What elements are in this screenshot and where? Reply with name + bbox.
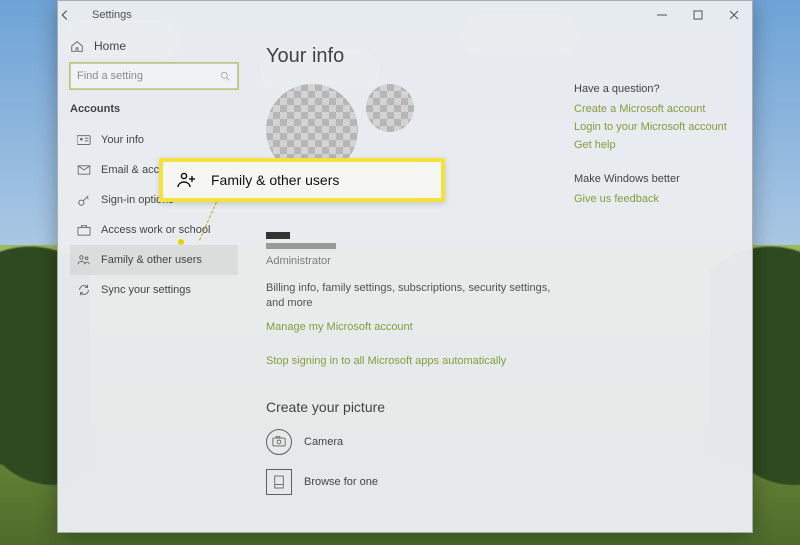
- sidebar-item-family-other-users[interactable]: Family & other users: [70, 245, 238, 275]
- account-role: Administrator: [266, 255, 734, 267]
- person-card-icon: [77, 133, 91, 147]
- maximize-button[interactable]: [680, 1, 716, 29]
- page-title: Your info: [266, 45, 734, 68]
- sidebar-home[interactable]: Home: [70, 39, 238, 53]
- create-picture-heading: Create your picture: [266, 399, 734, 415]
- close-button[interactable]: [716, 1, 752, 29]
- help-link-create-account[interactable]: Create a Microsoft account: [574, 103, 734, 115]
- sidebar-item-access-work-school[interactable]: Access work or school: [70, 215, 238, 245]
- sidebar: Home Find a setting Accounts Your info E…: [58, 29, 248, 532]
- picture-option-browse[interactable]: Browse for one: [266, 469, 734, 495]
- help-heading: Have a question?: [574, 83, 734, 95]
- account-email-redacted: [266, 243, 336, 249]
- settings-window: Settings Home Find a setting: [57, 0, 753, 533]
- sidebar-item-your-info[interactable]: Your info: [70, 125, 238, 155]
- arrow-left-icon: [58, 8, 72, 22]
- people-icon: [77, 253, 91, 267]
- picture-option-camera[interactable]: Camera: [266, 429, 734, 455]
- help-link-get-help[interactable]: Get help: [574, 139, 734, 151]
- help-panel: Have a question? Create a Microsoft acco…: [574, 83, 734, 211]
- minimize-icon: [657, 10, 667, 20]
- search-icon: [219, 70, 231, 82]
- window-title: Settings: [92, 9, 132, 21]
- callout-label: Family & other users: [211, 172, 339, 188]
- minimize-button[interactable]: [644, 1, 680, 29]
- search-placeholder: Find a setting: [77, 70, 143, 82]
- people-icon: [177, 171, 197, 189]
- maximize-icon: [693, 10, 703, 20]
- billing-description: Billing info, family settings, subscript…: [266, 281, 566, 311]
- mail-icon: [77, 163, 91, 177]
- sidebar-item-sync-settings[interactable]: Sync your settings: [70, 275, 238, 305]
- picture-option-label: Camera: [304, 436, 343, 448]
- account-name-redacted: [266, 232, 290, 239]
- sidebar-item-label: Access work or school: [101, 224, 210, 236]
- back-button[interactable]: [58, 8, 92, 22]
- picture-option-label: Browse for one: [304, 476, 378, 488]
- main-content: Your info Administrator Billing info, fa…: [248, 29, 752, 532]
- close-icon: [729, 10, 739, 20]
- callout-family-other-users: Family & other users: [159, 158, 445, 202]
- titlebar: Settings: [58, 1, 752, 29]
- home-icon: [70, 39, 84, 53]
- avatar-secondary[interactable]: [366, 84, 414, 132]
- sync-icon: [77, 283, 91, 297]
- feedback-heading: Make Windows better: [574, 173, 734, 185]
- search-input[interactable]: Find a setting: [70, 63, 238, 89]
- callout-pointer-dot: [178, 239, 184, 245]
- sidebar-item-label: Your info: [101, 134, 144, 146]
- briefcase-icon: [77, 223, 91, 237]
- manage-account-link[interactable]: Manage my Microsoft account: [266, 321, 734, 333]
- help-link-login-account[interactable]: Login to your Microsoft account: [574, 121, 734, 133]
- feedback-link[interactable]: Give us feedback: [574, 193, 734, 205]
- camera-icon: [266, 429, 292, 455]
- sidebar-item-label: Sync your settings: [101, 284, 191, 296]
- sidebar-category: Accounts: [70, 103, 238, 115]
- key-icon: [77, 193, 91, 207]
- browse-icon: [266, 469, 292, 495]
- account-name-block: [266, 232, 734, 249]
- sidebar-home-label: Home: [94, 39, 126, 53]
- sidebar-item-label: Family & other users: [101, 254, 202, 266]
- stop-signin-link[interactable]: Stop signing in to all Microsoft apps au…: [266, 355, 734, 367]
